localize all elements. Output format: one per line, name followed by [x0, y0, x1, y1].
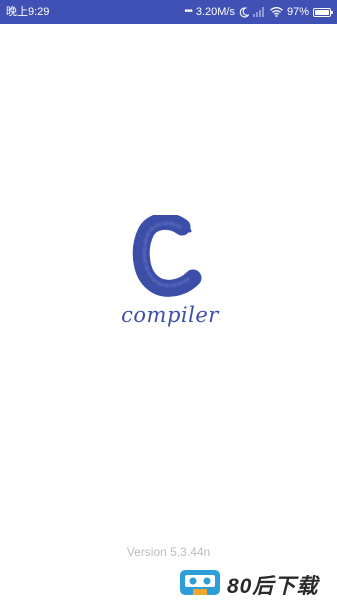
battery-icon	[313, 7, 333, 17]
cassette-icon	[180, 570, 220, 595]
moon-icon	[239, 6, 251, 18]
battery-level-fill	[315, 9, 329, 15]
status-time: 晚上9:29	[6, 6, 50, 18]
status-bar: 晚上9:29 ••• 3.20M/s 97%	[0, 0, 337, 24]
version-label: Version 5.3.44n	[126, 545, 211, 559]
signal-icon	[252, 7, 266, 17]
wifi-icon	[270, 7, 283, 17]
battery-percent: 97%	[286, 6, 309, 18]
watermark: 80后下载	[175, 565, 337, 600]
c-logo-icon	[132, 215, 202, 297]
network-speed: 3.20M/s	[195, 6, 235, 18]
watermark-text: 80后下载	[227, 575, 319, 598]
app-logo: compiler	[110, 215, 230, 340]
app-name: compiler	[121, 303, 219, 327]
dots-icon: •••	[184, 6, 192, 17]
status-icons: ••• 3.20M/s 97%	[184, 4, 333, 20]
